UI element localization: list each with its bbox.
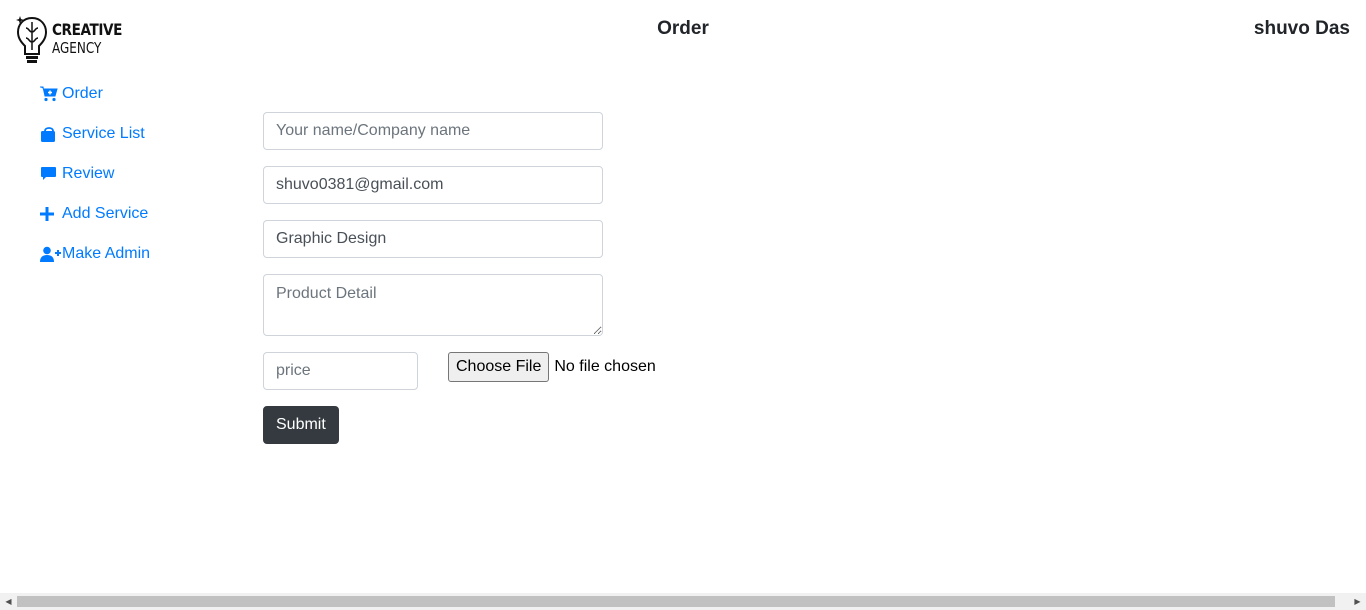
sidebar-item-label: Make Admin [62,245,151,262]
sidebar-item-label: Add Service [62,205,149,222]
order-form: Choose File No file chosen Submit [263,112,656,444]
service-input[interactable] [263,220,603,258]
name-input[interactable] [263,112,603,150]
sidebar-item-review[interactable]: Review [40,164,150,184]
brand-logo[interactable]: CREATIVE AGENCY [16,14,134,66]
scrollbar-thumb[interactable] [17,596,1335,607]
sidebar-item-label: Order [62,85,103,102]
price-input[interactable] [263,352,418,390]
sidebar-item-order[interactable]: Order [40,84,150,104]
product-detail-textarea[interactable] [263,274,603,336]
sidebar-item-label: Service List [62,125,145,142]
file-status: No file chosen [554,358,656,375]
sidebar-item-make-admin[interactable]: Make Admin [40,244,150,264]
email-input[interactable] [263,166,603,204]
sidebar-item-service-list[interactable]: Service List [40,124,150,144]
submit-button[interactable]: Submit [263,406,339,444]
brand-name-line1: CREATIVE [52,20,122,39]
sidebar-item-label: Review [62,165,115,182]
cart-plus-icon [40,86,58,102]
horizontal-scrollbar[interactable]: ◀ ▶ [0,593,1366,610]
lightbulb-brain-icon [16,14,48,66]
sidebar: Order Service List Review Add Service Ma… [40,84,150,284]
comment-icon [40,166,58,182]
shopping-bag-icon [40,126,58,142]
plus-icon [40,206,58,222]
brand-name-line2: AGENCY [52,39,102,57]
file-upload: Choose File No file chosen [448,352,656,382]
page: CREATIVE AGENCY Order shuvo Das Order Se… [0,0,1366,610]
user-plus-icon [40,246,61,262]
scroll-right-arrow-icon[interactable]: ▶ [1349,593,1366,610]
user-name: shuvo Das [1253,18,1350,39]
sidebar-item-add-service[interactable]: Add Service [40,204,150,224]
page-title: Order [657,18,709,39]
scroll-left-arrow-icon[interactable]: ◀ [0,593,17,610]
choose-file-button[interactable]: Choose File [448,352,550,382]
price-file-row: Choose File No file chosen [263,352,656,390]
